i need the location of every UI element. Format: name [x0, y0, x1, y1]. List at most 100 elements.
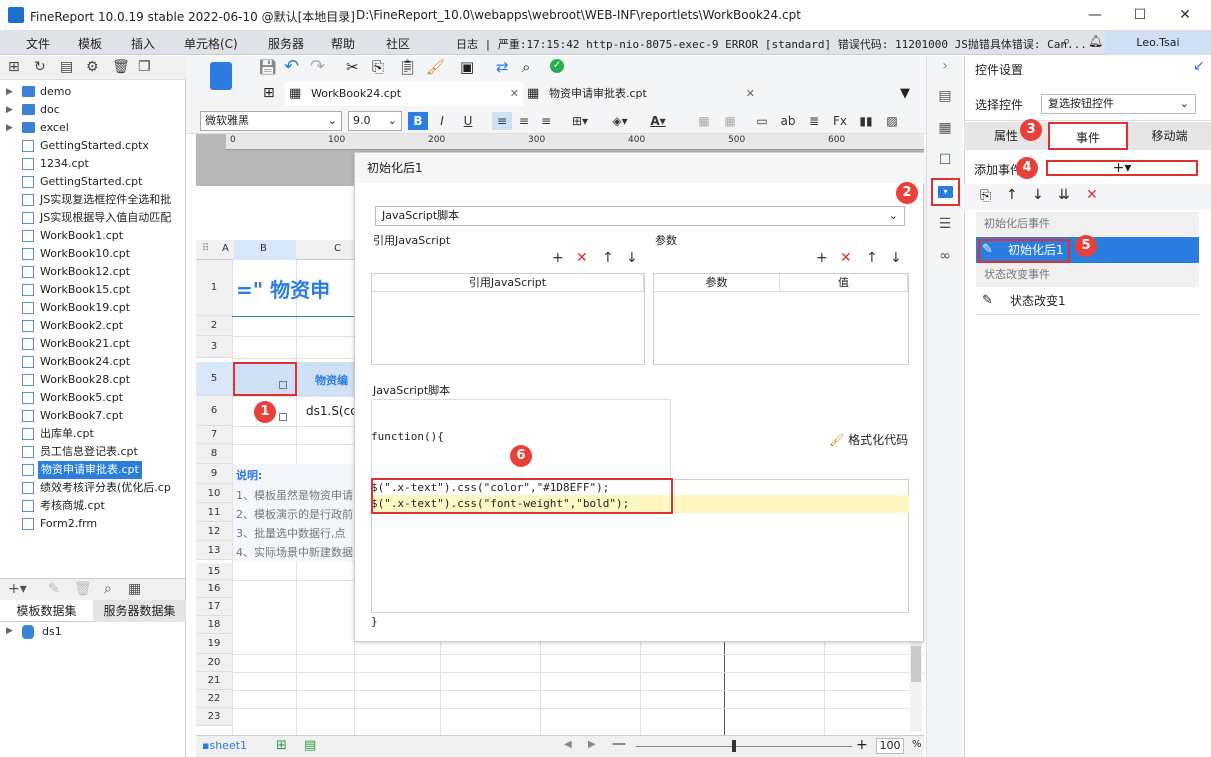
event-bottom-icon[interactable]: ⇊: [1058, 187, 1070, 203]
frame-icon[interactable]: ☐: [935, 152, 955, 172]
check-icon[interactable]: ✓: [550, 59, 564, 73]
param-down-icon[interactable]: ↓: [890, 251, 902, 265]
hyperlink-icon[interactable]: ∞: [935, 248, 955, 268]
tree-folder[interactable]: ▶ demo: [0, 83, 186, 101]
tab-material-approval[interactable]: ▦ 物资申请审批表.cpt ✕: [523, 82, 761, 106]
settings-icon[interactable]: ⚙: [86, 59, 99, 75]
dock-icon[interactable]: ↙: [1193, 58, 1205, 74]
param-up-icon[interactable]: ↑: [866, 251, 878, 265]
maximize-button[interactable]: ☐: [1120, 4, 1160, 26]
tree-file[interactable]: WorkBook21.cpt: [0, 335, 186, 353]
row-header[interactable]: 1: [196, 260, 232, 316]
move-down-icon[interactable]: ↓: [626, 251, 638, 265]
row-header[interactable]: 12: [196, 522, 232, 541]
zoom-input[interactable]: 100: [876, 738, 904, 754]
menu-help[interactable]: 帮助: [331, 35, 355, 52]
log-message[interactable]: 日志 | 严重:17:15:42 http-nio-8075-exec-9 ER…: [456, 36, 1087, 52]
add-dataset-icon[interactable]: +▾: [8, 581, 27, 597]
new-folder-icon[interactable]: ⊞: [8, 59, 20, 75]
underline-button[interactable]: U: [458, 112, 478, 130]
tab-events[interactable]: 事件: [1048, 122, 1128, 150]
switch-icon[interactable]: ⇄: [496, 58, 509, 76]
user-name[interactable]: Leo.Tsai: [1105, 31, 1211, 55]
widget-settings-tab[interactable]: ▾: [931, 178, 960, 206]
tree-file[interactable]: 绩效考核评分表(优化后.cp: [0, 479, 186, 497]
expand-arrow-icon[interactable]: ▶: [6, 119, 13, 137]
row-header[interactable]: 22: [196, 690, 232, 708]
event-down-icon[interactable]: ↓: [1032, 187, 1044, 203]
tab-mobile[interactable]: 移动端: [1128, 122, 1211, 150]
row-header[interactable]: 21: [196, 672, 232, 690]
tree-file[interactable]: 1234.cpt: [0, 155, 186, 173]
tree-file[interactable]: JS实现根据导入值自动匹配: [0, 209, 186, 227]
tree-file[interactable]: Form2.frm: [0, 515, 186, 533]
tab-workbook24[interactable]: ▦ WorkBook24.cpt ✕: [285, 82, 525, 106]
col-b[interactable]: B: [260, 243, 267, 254]
formula-button[interactable]: Fx: [830, 112, 850, 130]
search-icon[interactable]: ⌕: [1063, 34, 1070, 49]
close-tab-icon[interactable]: ✕: [510, 82, 519, 106]
delete-event-icon[interactable]: ✕: [1086, 187, 1098, 203]
delete-icon[interactable]: 🗑︎: [112, 59, 130, 75]
ref-js-table[interactable]: 引用JavaScript: [371, 273, 645, 365]
align-right-button[interactable]: ≡: [536, 112, 556, 130]
tree-folder[interactable]: ▶ excel: [0, 119, 186, 137]
border-button[interactable]: ⊞▾: [570, 112, 590, 130]
copy-icon[interactable]: ⎘: [372, 58, 384, 76]
format-brush-icon[interactable]: 🖌︎: [426, 58, 445, 76]
bell-icon[interactable]: 🔔︎: [1088, 34, 1103, 48]
template-main-icon[interactable]: [210, 62, 232, 90]
col-a[interactable]: A: [222, 243, 229, 254]
merge-button[interactable]: ▦: [694, 112, 714, 130]
tree-folder[interactable]: ▶ doc: [0, 101, 186, 119]
tree-file[interactable]: WorkBook24.cpt: [0, 353, 186, 371]
row-header[interactable]: 15: [196, 563, 232, 580]
formula-cell[interactable]: ds1.S(co: [306, 404, 358, 418]
tree-file[interactable]: 考核商城.cpt: [0, 497, 186, 515]
widget-select[interactable]: 复选按钮控件 ⌄: [1041, 94, 1196, 114]
move-up-icon[interactable]: ↑: [602, 251, 614, 265]
row-header[interactable]: 17: [196, 598, 232, 616]
dataset-item[interactable]: ds1: [42, 625, 62, 638]
script-type-select[interactable]: JavaScript脚本 ⌄: [375, 206, 905, 226]
row-header[interactable]: 5: [196, 362, 232, 396]
row-header[interactable]: 2: [196, 316, 232, 336]
cell-attributes-icon[interactable]: ▤: [935, 88, 955, 108]
redo-icon[interactable]: ↷: [310, 56, 325, 77]
tree-file[interactable]: WorkBook12.cpt: [0, 263, 186, 281]
row-header[interactable]: 13: [196, 541, 232, 560]
cut-icon[interactable]: ✂: [346, 58, 359, 76]
tree-file[interactable]: WorkBook10.cpt: [0, 245, 186, 263]
add-event-button[interactable]: +▾: [1046, 160, 1198, 176]
row-header[interactable]: 18: [196, 616, 232, 634]
add-ref-js-icon[interactable]: +: [552, 251, 564, 265]
tree-file[interactable]: JS实现复选框控件全选和批: [0, 191, 186, 209]
row-header[interactable]: 10: [196, 484, 232, 503]
menu-file[interactable]: 文件: [26, 35, 50, 52]
col-c[interactable]: C: [334, 243, 341, 254]
font-family-select[interactable]: 微软雅黑 ⌄: [200, 111, 342, 131]
grid-icon[interactable]: ⊞: [263, 85, 275, 101]
close-button[interactable]: ✕: [1165, 4, 1205, 26]
preview-page-icon[interactable]: ▣: [460, 58, 474, 76]
scroll-right-icon[interactable]: ▶: [588, 739, 596, 750]
tree-file[interactable]: GettingStarted.cpt: [0, 173, 186, 191]
row-header[interactable]: 9: [196, 464, 232, 484]
tree-file[interactable]: WorkBook5.cpt: [0, 389, 186, 407]
expand-arrow-icon[interactable]: ▶: [6, 101, 13, 119]
align-center-button[interactable]: ≡: [514, 112, 534, 130]
expand-arrow-icon[interactable]: ▶: [6, 83, 13, 101]
window-icon[interactable]: ❐: [138, 59, 151, 75]
tree-file[interactable]: WorkBook2.cpt: [0, 317, 186, 335]
edit-icon[interactable]: ✎: [48, 581, 60, 597]
minimize-button[interactable]: —: [1075, 4, 1115, 26]
image-button[interactable]: ▨: [882, 112, 902, 130]
zoom-slider[interactable]: [636, 746, 852, 747]
close-tab-icon[interactable]: ✕: [746, 82, 755, 106]
unmerge-button[interactable]: ▦: [720, 112, 740, 130]
sheet-tab[interactable]: ▪sheet1: [202, 739, 247, 752]
search-doc-icon[interactable]: ⌕: [522, 58, 530, 76]
font-color-button[interactable]: A▾: [648, 112, 668, 130]
refresh-icon[interactable]: ↻: [34, 59, 46, 75]
row-header[interactable]: 19: [196, 634, 232, 654]
